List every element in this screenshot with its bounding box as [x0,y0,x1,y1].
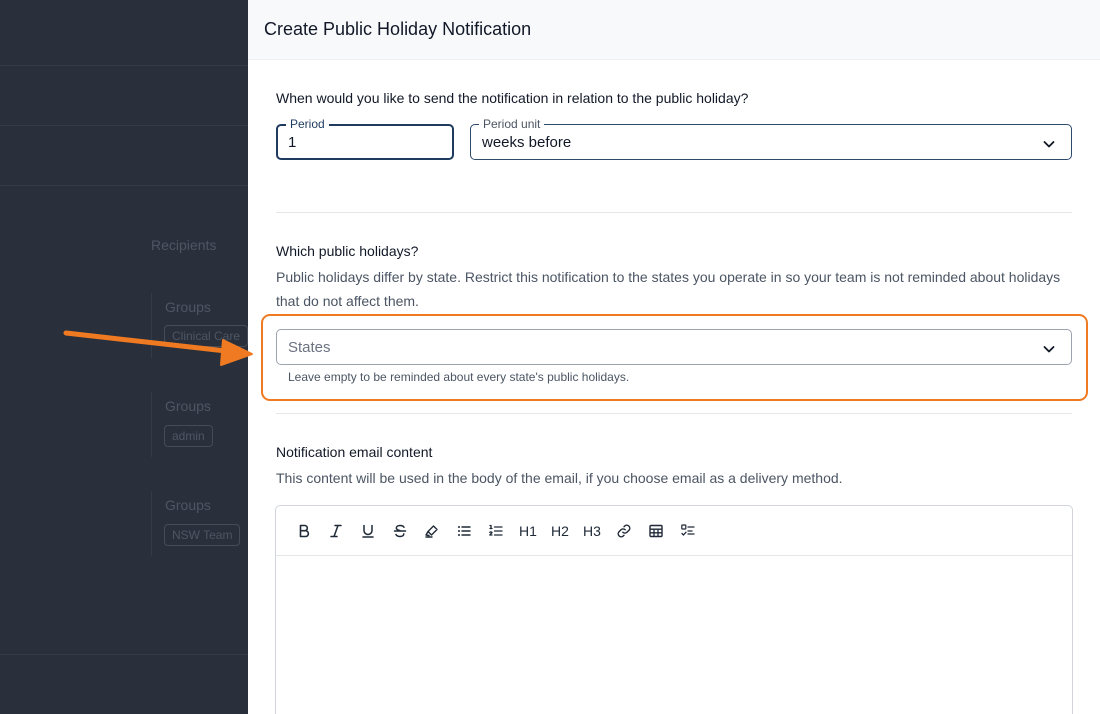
strikethrough-button[interactable] [384,515,416,547]
background-divider [151,491,152,556]
underline-icon [362,524,374,538]
highlighter-icon [425,524,438,538]
chevron-down-icon[interactable] [1041,136,1057,152]
numbered-list-button[interactable] [480,515,512,547]
section-divider [276,413,1072,414]
period-input[interactable]: Period 1 [276,118,454,160]
drawer-header: Create Public Holiday Notification [248,0,1100,60]
rich-text-editor[interactable]: H1 H2 H3 [275,505,1073,714]
bold-icon [299,524,310,537]
chevron-down-icon[interactable] [1041,341,1057,357]
numbered-list-icon [489,524,503,536]
groups-label: Groups [165,299,211,315]
groups-label: Groups [165,398,211,414]
background-divider [0,125,248,126]
section-divider [276,212,1072,213]
background-divider [0,65,248,66]
italic-button[interactable] [320,515,352,547]
timing-question: When would you like to send the notifica… [276,90,749,106]
period-unit-label: Period unit [479,118,545,130]
states-helper-text: Leave empty to be reminded about every s… [288,370,630,384]
background-divider [151,392,152,457]
background-divider [151,293,152,358]
link-button[interactable] [608,515,640,547]
link-icon [617,524,631,537]
notification-drawer: Create Public Holiday Notification When … [248,0,1100,714]
background-divider [0,654,248,655]
highlight-button[interactable] [416,515,448,547]
underline-button[interactable] [352,515,384,547]
recipients-label: Recipients [151,237,217,253]
bold-button[interactable] [288,515,320,547]
email-content-description: This content will be used in the body of… [276,470,843,486]
period-label: Period [286,118,329,130]
groups-label: Groups [165,497,211,513]
editor-toolbar: H1 H2 H3 [276,506,1072,556]
period-unit-value: weeks before [482,134,572,151]
group-chip: admin [164,425,213,447]
holidays-question: Which public holidays? [276,243,419,259]
checklist-icon [681,523,695,536]
heading-3-button[interactable]: H3 [576,515,608,547]
email-content-title: Notification email content [276,444,433,460]
background-page: Recipients Groups Clinical Care Groups a… [0,0,248,714]
holidays-description: Public holidays differ by state. Restric… [276,269,1061,309]
group-chip: NSW Team [164,524,241,546]
heading-1-button[interactable]: H1 [512,515,544,547]
states-select[interactable]: States [276,329,1072,365]
drawer-title: Create Public Holiday Notification [264,19,532,39]
italic-icon [330,524,342,537]
bullet-list-icon [458,525,471,536]
strikethrough-icon [393,524,407,537]
background-divider [0,185,248,186]
checklist-button[interactable] [672,515,704,547]
heading-2-button[interactable]: H2 [544,515,576,547]
table-icon [649,524,663,537]
group-chip: Clinical Care [164,325,248,347]
states-placeholder: States [288,339,331,356]
bullet-list-button[interactable] [448,515,480,547]
period-value[interactable]: 1 [288,134,296,151]
period-unit-select[interactable]: Period unit weeks before [470,118,1072,160]
table-button[interactable] [640,515,672,547]
